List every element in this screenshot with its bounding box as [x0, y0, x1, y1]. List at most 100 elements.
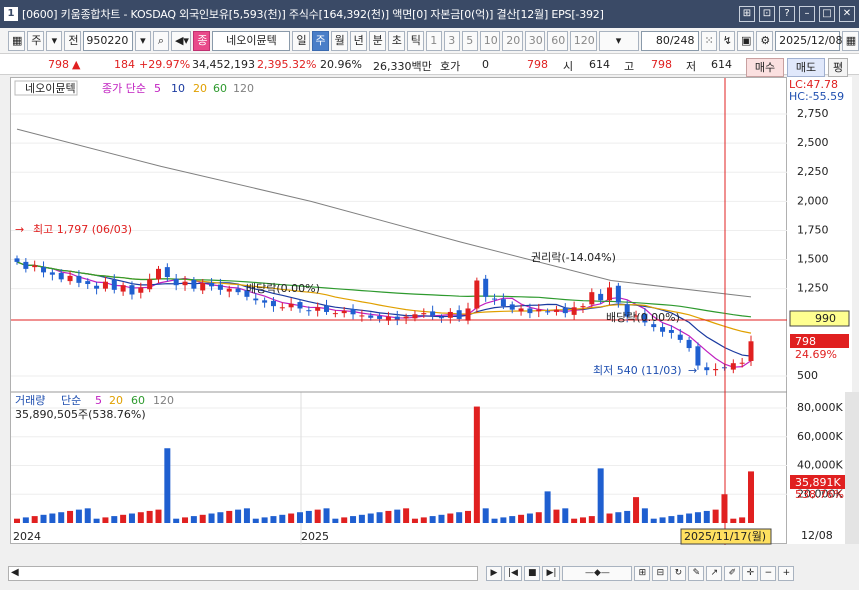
- vol-ma60-legend: 60: [131, 394, 145, 407]
- layout-icon[interactable]: ▦: [8, 30, 26, 51]
- refresh-icon[interactable]: ↻: [670, 566, 687, 581]
- volume-bar: [235, 509, 242, 523]
- next-icon[interactable]: ▶|: [542, 566, 561, 581]
- period-second[interactable]: 초: [387, 30, 405, 51]
- candle-body: [359, 315, 365, 317]
- volume-bar: [571, 518, 578, 523]
- link-icon[interactable]: ⊡: [759, 6, 775, 22]
- zoom-slider[interactable]: —◆—: [562, 566, 633, 581]
- stop-icon[interactable]: ■: [523, 566, 541, 581]
- minute-5[interactable]: 5: [461, 30, 478, 51]
- custom-period-select[interactable]: ▾: [598, 30, 639, 51]
- volume: 34,452,193: [192, 58, 255, 71]
- whole-button[interactable]: 전: [64, 30, 82, 51]
- nav-buttons: ▶ |◀ ■ ▶| —◆— ⊞ ⊟ ↻ ✎ ↗ ✐ ✛ − +: [486, 566, 795, 581]
- volume-bar: [677, 514, 684, 523]
- volume-bar: [288, 513, 295, 523]
- candle-body: [421, 313, 427, 315]
- chart-area[interactable]: 네오이뮨텍 종가 단순 5 10 20 60 120 → 최고 1,797 (0…: [10, 77, 788, 545]
- candle-body: [279, 307, 285, 309]
- volume-bar: [182, 517, 189, 523]
- minute-3[interactable]: 3: [443, 30, 460, 51]
- volume-bar: [641, 508, 648, 523]
- calendar-icon[interactable]: ▦: [841, 30, 859, 51]
- volume-bar: [438, 514, 445, 523]
- right-axis: LC:47.78 HC:-55.59 2,750 2,500 2,250 2,000 1…: [787, 77, 852, 544]
- minute-60[interactable]: 60: [547, 30, 568, 51]
- date-input[interactable]: 2025/12/08: [775, 30, 843, 51]
- first-icon[interactable]: |◀: [504, 566, 522, 581]
- candle-body: [288, 303, 294, 308]
- display-count: 80: [655, 33, 670, 47]
- minute-20[interactable]: 20: [502, 30, 523, 51]
- candle-body: [173, 278, 179, 286]
- crosshair-icon[interactable]: ✛: [742, 566, 759, 581]
- plus-icon[interactable]: +: [778, 566, 795, 581]
- volume-legend-ma: 단순: [61, 394, 81, 407]
- vertical-scrollbar[interactable]: [845, 392, 859, 544]
- zoom-in-icon[interactable]: ⊞: [634, 566, 651, 581]
- chevron-down-icon[interactable]: ▾: [46, 30, 63, 51]
- maximize-icon[interactable]: □: [819, 6, 835, 22]
- code-dropdown-icon[interactable]: ▾: [134, 30, 151, 51]
- buy-button[interactable]: 매수: [746, 58, 784, 77]
- volume-bar: [465, 510, 472, 523]
- volume-bar: [394, 509, 401, 523]
- search-icon[interactable]: ⌕: [152, 30, 169, 51]
- draw-tool-icon[interactable]: ✐: [724, 566, 741, 581]
- tool-icon[interactable]: ✎: [688, 566, 705, 581]
- ma-legend-title: 종가 단순: [102, 82, 146, 95]
- annotation-rights: 권리락(-14.04%): [531, 251, 616, 264]
- minute-1[interactable]: 1: [425, 30, 442, 51]
- stock-chart[interactable]: 네오이뮨텍 종가 단순 5 10 20 60 120 → 최고 1,797 (0…: [11, 78, 788, 545]
- period-year[interactable]: 년: [349, 30, 367, 51]
- help-icon[interactable]: ?: [779, 6, 795, 22]
- scroll-right-icon[interactable]: ▶: [486, 566, 502, 581]
- volume-bar: [553, 509, 560, 523]
- period-month[interactable]: 월: [330, 30, 348, 51]
- settings-icon[interactable]: ⚙: [756, 30, 774, 51]
- lock-icon[interactable]: ⊞: [739, 6, 755, 22]
- time-scrollbar[interactable]: ◀: [8, 566, 478, 581]
- candle-body: [492, 298, 498, 300]
- volume-bar: [155, 509, 162, 523]
- volume-bar: [217, 512, 224, 523]
- candle-body: [217, 284, 223, 290]
- period-minute[interactable]: 분: [368, 30, 386, 51]
- minute-10[interactable]: 10: [479, 30, 501, 51]
- volume-bar: [40, 514, 47, 523]
- scroll-left-icon[interactable]: ◀: [11, 567, 19, 578]
- candle-body: [748, 341, 754, 361]
- vol-ma20-legend: 20: [109, 394, 123, 407]
- volume-bar: [332, 518, 339, 523]
- display-count-input[interactable]: 80/248: [640, 30, 699, 51]
- sell-button[interactable]: 매도: [787, 58, 825, 77]
- candle-body: [430, 311, 436, 316]
- minute-30[interactable]: 30: [524, 30, 546, 51]
- minute-120[interactable]: 120: [569, 30, 597, 51]
- minimize-icon[interactable]: –: [799, 6, 815, 22]
- eval-button[interactable]: 평: [828, 58, 848, 77]
- candle-body: [58, 272, 64, 280]
- minus-icon[interactable]: −: [760, 566, 777, 581]
- trend-icon[interactable]: ↗: [706, 566, 723, 581]
- market-select[interactable]: 주: [27, 30, 45, 51]
- stock-code-input[interactable]: 950220: [83, 30, 133, 51]
- close-icon[interactable]: ✕: [839, 6, 855, 22]
- candle-body: [545, 311, 551, 313]
- candle-body: [553, 309, 559, 312]
- current-price: 798: [48, 58, 69, 71]
- volume-bar: [429, 516, 436, 523]
- grid-icon[interactable]: ⁙: [700, 30, 717, 51]
- candle-body: [270, 300, 276, 307]
- save-icon[interactable]: ▣: [737, 30, 755, 51]
- draw-icon[interactable]: ↯: [718, 30, 736, 51]
- volume-bar: [190, 516, 197, 523]
- period-day[interactable]: 일: [292, 30, 310, 51]
- period-tick[interactable]: 틱: [406, 30, 424, 51]
- volume-bar: [535, 512, 542, 523]
- speaker-icon[interactable]: ◀▾: [170, 30, 192, 51]
- zoom-out-icon[interactable]: ⊟: [652, 566, 669, 581]
- period-week[interactable]: 주: [311, 30, 329, 51]
- candle-body: [94, 285, 100, 289]
